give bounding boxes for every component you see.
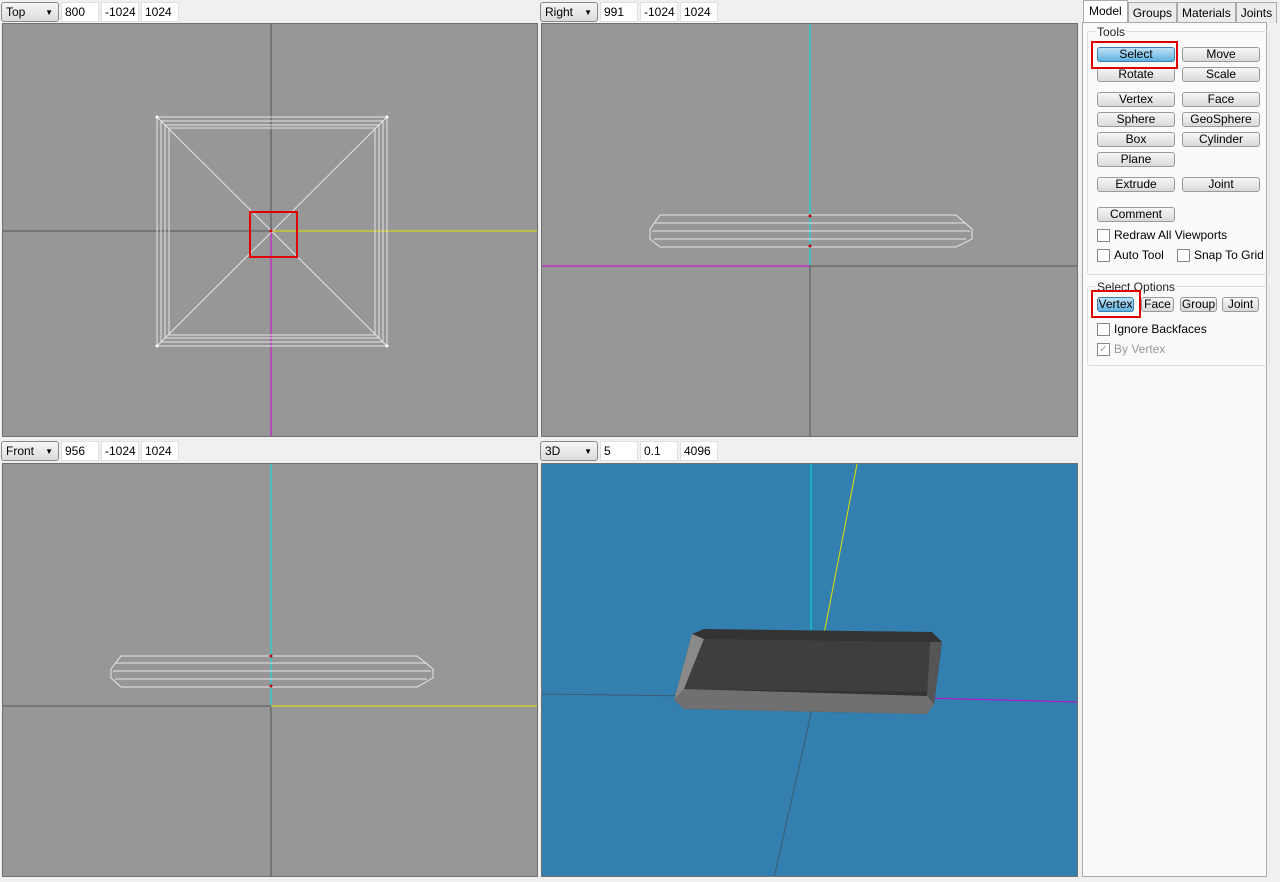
- select-group-button[interactable]: Group: [1180, 297, 1217, 312]
- checkbox-box: [1177, 248, 1190, 262]
- tab-joints[interactable]: Joints: [1235, 2, 1278, 23]
- min-field[interactable]: -1024: [101, 441, 139, 461]
- min-field[interactable]: -1024: [101, 2, 139, 22]
- view-select[interactable]: Front ▼: [1, 441, 59, 461]
- box-tool-button[interactable]: Box: [1097, 132, 1175, 147]
- ignore-backfaces-checkbox[interactable]: Ignore Backfaces: [1097, 322, 1207, 336]
- tab-groups[interactable]: Groups: [1127, 2, 1178, 23]
- checkbox-label: Redraw All Viewports: [1114, 228, 1228, 242]
- view-label: Right: [545, 5, 574, 19]
- chevron-down-icon: ▼: [45, 7, 53, 17]
- redraw-all-checkbox[interactable]: Redraw All Viewports: [1097, 228, 1227, 242]
- box-mesh-profile: [110, 655, 434, 688]
- selection-highlight: [249, 211, 298, 258]
- view-label: 3D: [545, 444, 561, 458]
- right-viewport-toolbar: Right ▼ 991 -1024 1024: [540, 1, 718, 23]
- tool-panel: Model Groups Materials Joints Tools Sele…: [1081, 0, 1280, 882]
- min-field[interactable]: -1024: [640, 2, 678, 22]
- select-face-button[interactable]: Face: [1141, 297, 1174, 312]
- geosphere-tool-button[interactable]: GeoSphere: [1182, 112, 1260, 127]
- zoom-field[interactable]: 991: [600, 2, 638, 22]
- checkbox-label: Snap To Grid: [1194, 248, 1264, 262]
- max-field[interactable]: 1024: [141, 2, 179, 22]
- field-1[interactable]: 5: [600, 441, 638, 461]
- view-select[interactable]: 3D ▼: [540, 441, 598, 461]
- zoom-field[interactable]: 956: [61, 441, 99, 461]
- checkbox-box: [1097, 322, 1110, 336]
- check-icon: ✓: [1097, 342, 1110, 356]
- near-clip-field[interactable]: 0.1: [640, 441, 678, 461]
- model-tab-page: Tools Select Move Rotate Scale Vertex Fa…: [1082, 22, 1270, 877]
- scale-tool-button[interactable]: Scale: [1182, 67, 1260, 82]
- cylinder-tool-button[interactable]: Cylinder: [1182, 132, 1260, 147]
- checkbox-box: [1097, 248, 1110, 262]
- 3d-view-canvas: [542, 464, 1077, 876]
- view-select[interactable]: Top ▼: [1, 2, 59, 22]
- front-viewport-toolbar: Front ▼ 956 -1024 1024: [1, 440, 179, 462]
- tab-model[interactable]: Model: [1083, 0, 1128, 23]
- right-viewport[interactable]: [541, 23, 1078, 437]
- view-label: Front: [6, 444, 35, 458]
- face-tool-button[interactable]: Face: [1182, 92, 1260, 107]
- front-view-canvas: [3, 464, 537, 876]
- checkbox-label: By Vertex: [1114, 342, 1166, 356]
- plane-tool-button[interactable]: Plane: [1097, 152, 1175, 167]
- checkbox-box: [1097, 228, 1110, 242]
- view-label: Top: [6, 5, 26, 19]
- select-highlight: [1091, 41, 1178, 69]
- checkbox-label: Auto Tool: [1114, 248, 1164, 262]
- chevron-down-icon: ▼: [45, 446, 53, 456]
- top-viewport-toolbar: Top ▼ 800 -1024 1024: [1, 1, 179, 23]
- panel-tabs: Model Groups Materials Joints: [1083, 0, 1278, 23]
- by-vertex-checkbox[interactable]: ✓ By Vertex: [1097, 342, 1165, 356]
- move-tool-button[interactable]: Move: [1182, 47, 1260, 62]
- auto-tool-checkbox[interactable]: Auto Tool: [1097, 248, 1164, 262]
- comment-tool-button[interactable]: Comment: [1097, 207, 1175, 222]
- tab-materials[interactable]: Materials: [1177, 2, 1236, 23]
- joint-tool-button[interactable]: Joint: [1182, 177, 1260, 192]
- 3d-box-mesh: [674, 629, 942, 714]
- rotate-tool-button[interactable]: Rotate: [1097, 67, 1175, 82]
- far-clip-field[interactable]: 4096: [680, 441, 718, 461]
- top-viewport[interactable]: [2, 23, 538, 437]
- max-field[interactable]: 1024: [680, 2, 718, 22]
- checkbox-label: Ignore Backfaces: [1114, 322, 1207, 336]
- vertex-tool-button[interactable]: Vertex: [1097, 92, 1175, 107]
- tools-label: Tools: [1096, 25, 1127, 39]
- zoom-field[interactable]: 800: [61, 2, 99, 22]
- max-field[interactable]: 1024: [141, 441, 179, 461]
- snap-to-grid-checkbox[interactable]: Snap To Grid: [1177, 248, 1264, 262]
- right-view-canvas: [542, 24, 1077, 436]
- sphere-tool-button[interactable]: Sphere: [1097, 112, 1175, 127]
- extrude-tool-button[interactable]: Extrude: [1097, 177, 1175, 192]
- box-mesh-profile: [649, 214, 973, 248]
- 3d-viewport-toolbar: 3D ▼ 5 0.1 4096: [540, 440, 718, 462]
- vertex-mode-highlight: [1091, 290, 1141, 318]
- 3d-viewport[interactable]: [541, 463, 1078, 877]
- view-select[interactable]: Right ▼: [540, 2, 598, 22]
- chevron-down-icon: ▼: [584, 7, 592, 17]
- chevron-down-icon: ▼: [584, 446, 592, 456]
- select-joint-button[interactable]: Joint: [1222, 297, 1259, 312]
- front-viewport[interactable]: [2, 463, 538, 877]
